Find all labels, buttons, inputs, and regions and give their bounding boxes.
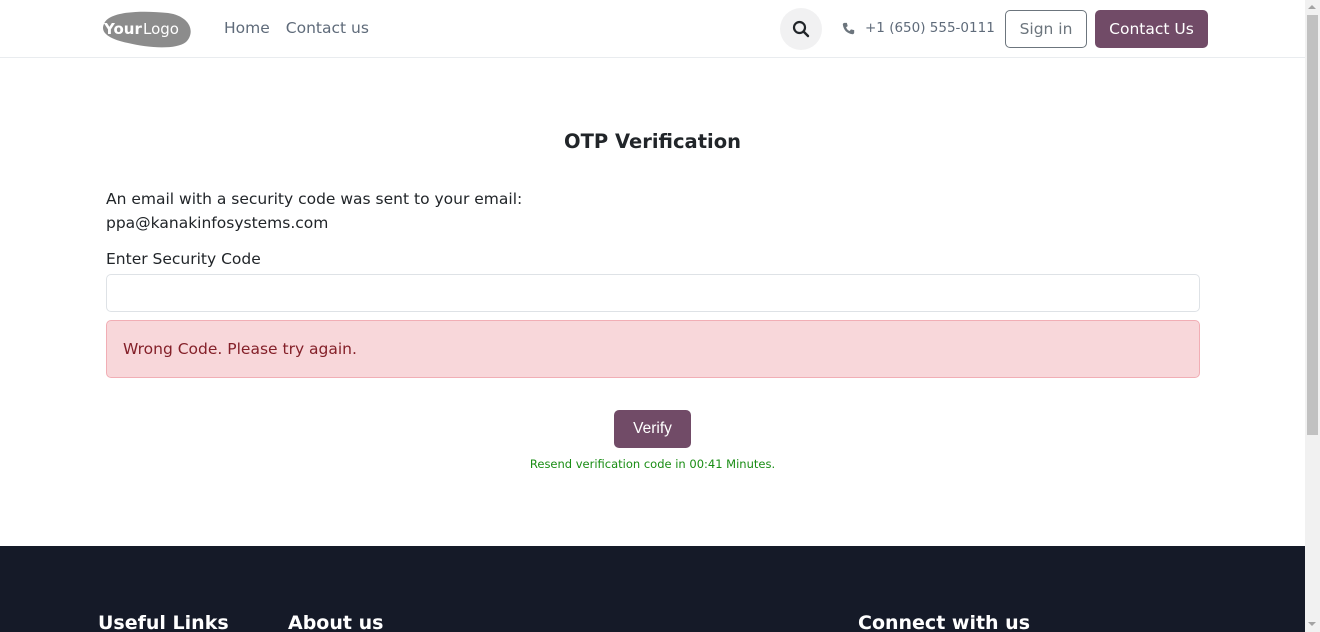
scroll-down-arrow-icon[interactable] <box>1308 622 1316 626</box>
page: Your Logo Home Contact us +1 (650) 555-0… <box>0 0 1305 632</box>
verify-button[interactable]: Verify <box>614 410 691 448</box>
svg-text:Logo: Logo <box>143 20 179 38</box>
phone-icon <box>842 22 855 34</box>
email-message: An email with a security code was sent t… <box>106 187 522 235</box>
main-nav: Home Contact us <box>224 19 369 37</box>
vertical-scrollbar[interactable] <box>1305 0 1320 632</box>
otp-form: OTP Verification An email with a securit… <box>0 58 1305 545</box>
logo[interactable]: Your Logo <box>98 10 192 49</box>
phone-link[interactable]: +1 (650) 555-0111 <box>842 20 995 36</box>
message-text: An email with a security code was sent t… <box>106 190 523 208</box>
footer-heading-useful-links: Useful Links <box>98 612 229 632</box>
scrollbar-thumb[interactable] <box>1307 15 1318 435</box>
resend-countdown: Resend verification code in 00:41 Minute… <box>529 457 776 471</box>
footer-heading-connect: Connect with us <box>858 612 1031 632</box>
scroll-up-arrow-icon[interactable] <box>1308 5 1316 9</box>
page-title: OTP Verification <box>564 130 741 153</box>
search-icon <box>792 20 810 38</box>
nav-home[interactable]: Home <box>224 19 270 37</box>
phone-number: +1 (650) 555-0111 <box>865 20 995 36</box>
security-code-input[interactable] <box>106 274 1200 312</box>
site-header: Your Logo Home Contact us +1 (650) 555-0… <box>0 0 1305 58</box>
nav-contact-us[interactable]: Contact us <box>286 19 369 37</box>
site-footer: Useful Links About us Connect with us <box>0 546 1305 632</box>
error-alert: Wrong Code. Please try again. <box>106 320 1200 378</box>
sign-in-button[interactable]: Sign in <box>1005 10 1087 48</box>
contact-us-button[interactable]: Contact Us <box>1095 10 1208 48</box>
search-button[interactable] <box>780 8 822 50</box>
email-address: ppa@kanakinfosystems.com <box>106 214 329 232</box>
code-label: Enter Security Code <box>106 250 261 268</box>
footer-heading-about-us: About us <box>288 612 384 632</box>
svg-text:Your: Your <box>103 20 142 38</box>
